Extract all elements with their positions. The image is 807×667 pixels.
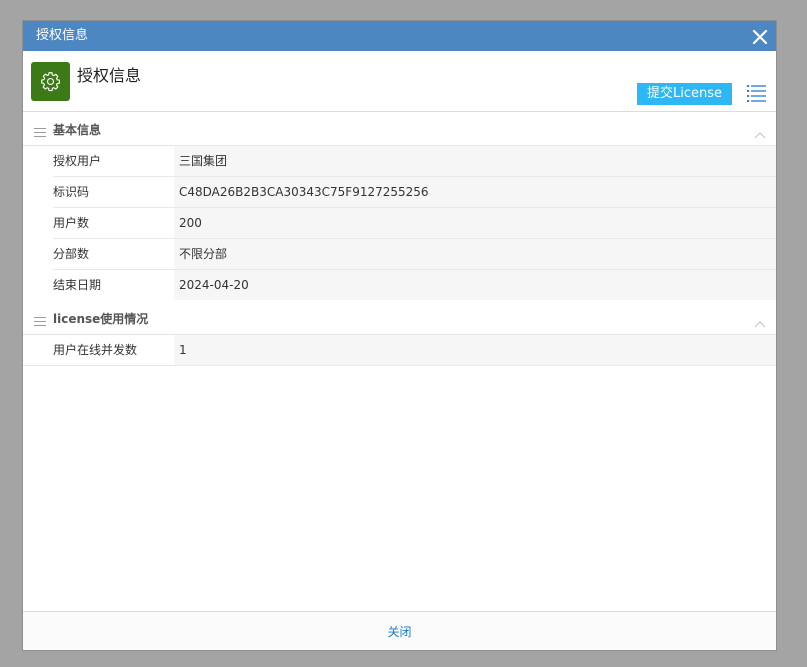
dialog-titlebar: 授权信息 [23,21,776,51]
submit-license-button[interactable]: 提交License [637,83,732,105]
row-divider [23,365,776,366]
close-icon[interactable] [750,27,770,47]
row-label: 结束日期 [53,270,174,300]
chevron-up-icon[interactable] [754,124,766,143]
row-value: 三国集团 [174,146,776,176]
table-row: 用户在线并发数 1 [23,335,776,366]
row-label: 授权用户 [53,146,174,176]
row-value: 不限分部 [174,239,776,269]
row-label: 标识码 [53,177,174,207]
row-label: 用户在线并发数 [53,335,174,365]
table-row: 标识码 C48DA26B2B3CA30343C75F9127255256 [23,177,776,208]
row-value: 2024-04-20 [174,270,776,300]
section-title: 基本信息 [53,123,102,137]
license-dialog: 授权信息 授权信息 提交License 基本信息 授权用户 三国集团 标识码 C… [22,20,777,651]
page-title: 授权信息 [77,66,142,85]
dialog-footer: 关闭 [23,611,776,650]
table-row: 授权用户 三国集团 [23,146,776,177]
list-menu-icon[interactable] [747,84,767,102]
table-row: 结束日期 2024-04-20 [23,270,776,301]
chevron-up-icon[interactable] [754,313,766,332]
dialog-title: 授权信息 [36,28,89,43]
close-button[interactable]: 关闭 [23,623,776,640]
section-header-license-usage: license使用情况 [23,301,776,335]
row-value: 1 [174,335,776,365]
row-label: 分部数 [53,239,174,269]
table-row: 分部数 不限分部 [23,239,776,270]
section-list-icon [34,123,46,142]
gear-icon [31,62,70,101]
section-header-basic-info: 基本信息 [23,112,776,146]
section-title: license使用情况 [53,312,149,326]
row-value: C48DA26B2B3CA30343C75F9127255256 [174,177,776,207]
page-header: 授权信息 提交License [23,51,776,112]
row-label: 用户数 [53,208,174,238]
table-row: 用户数 200 [23,208,776,239]
section-list-icon [34,312,46,331]
row-value: 200 [174,208,776,238]
